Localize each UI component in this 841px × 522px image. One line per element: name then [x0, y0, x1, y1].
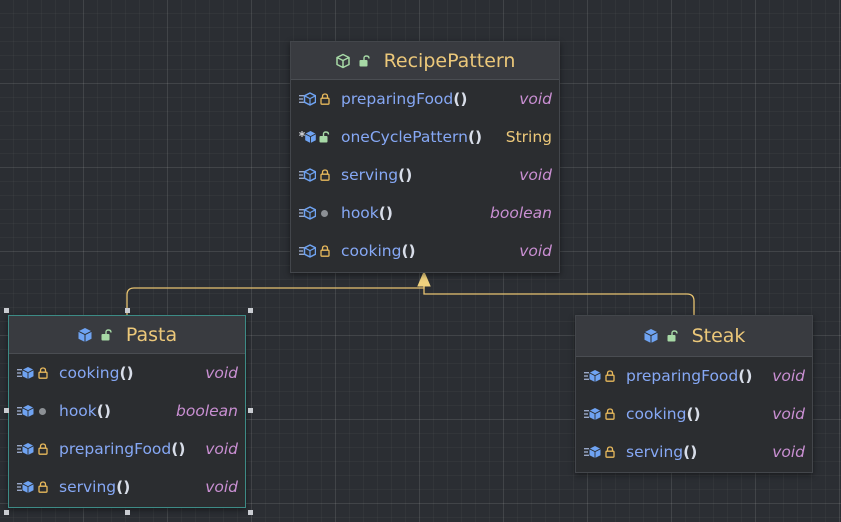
- lock-icon: [36, 367, 49, 379]
- method-row[interactable]: oneCyclePattern() String: [291, 118, 559, 156]
- class-icon: [643, 328, 659, 344]
- method-name: cooking: [59, 364, 120, 382]
- method-row[interactable]: cooking() void: [576, 395, 812, 433]
- unlock-icon: [359, 54, 370, 67]
- method-parens: (): [171, 440, 186, 458]
- method-name: cooking: [626, 405, 687, 423]
- return-type: boolean: [490, 204, 552, 222]
- class-header: Steak: [576, 316, 812, 357]
- return-type: void: [772, 443, 805, 461]
- resize-handle-bottom-center[interactable]: [125, 510, 130, 515]
- method-icon: [299, 244, 316, 258]
- method-parens: (): [686, 405, 701, 423]
- lock-icon: [603, 370, 616, 382]
- method-icon: [299, 206, 316, 220]
- package-dot-icon: [36, 407, 49, 415]
- method-parens: (): [398, 166, 413, 184]
- method-parens: (): [683, 443, 698, 461]
- method-name: serving: [59, 478, 117, 496]
- method-row[interactable]: hook() boolean: [9, 392, 245, 430]
- method-name: oneCyclePattern: [341, 128, 468, 146]
- return-type: void: [205, 440, 238, 458]
- method-parens: (): [467, 128, 483, 146]
- unlock-icon: [318, 131, 331, 143]
- filled-method-icon: [17, 442, 34, 456]
- class-node-recipepattern[interactable]: RecipePattern preparingFood() void oneCy…: [290, 41, 560, 273]
- class-name: Steak: [691, 325, 746, 347]
- return-type: String: [505, 128, 552, 146]
- method-row[interactable]: cooking() void: [291, 232, 559, 270]
- filled-method-icon: [17, 480, 34, 494]
- resize-handle-bottom-left[interactable]: [4, 510, 9, 515]
- class-header: Pasta: [9, 316, 245, 354]
- filled-method-icon: [584, 407, 601, 421]
- resize-handle-middle-left[interactable]: [4, 408, 9, 413]
- resize-handle-top-center[interactable]: [125, 308, 130, 313]
- class-name: RecipePattern: [383, 49, 516, 72]
- return-type: void: [519, 242, 552, 260]
- filled-method-icon: [17, 404, 34, 418]
- method-icon: [299, 92, 316, 106]
- method-name: preparingFood: [626, 367, 739, 385]
- return-type: void: [772, 367, 805, 385]
- method-row[interactable]: preparingFood() void: [576, 357, 812, 395]
- method-row[interactable]: preparingFood() void: [291, 80, 559, 118]
- return-type: boolean: [176, 402, 238, 420]
- method-name: hook: [59, 402, 97, 420]
- return-type: void: [205, 364, 238, 382]
- method-parens: (): [453, 90, 468, 108]
- method-name: preparingFood: [341, 90, 454, 108]
- interface-icon: [335, 53, 351, 69]
- method-row[interactable]: serving() void: [576, 433, 812, 471]
- method-name: hook: [341, 204, 379, 222]
- lock-icon: [603, 446, 616, 458]
- method-row[interactable]: preparingFood() void: [9, 430, 245, 468]
- method-icon: [299, 168, 316, 182]
- edge-steak-to-recipepattern[interactable]: [423, 278, 695, 316]
- lock-icon: [318, 169, 331, 181]
- static-method-icon: [299, 130, 316, 144]
- filled-method-icon: [584, 445, 601, 459]
- unlock-icon: [101, 328, 112, 341]
- method-row[interactable]: serving() void: [9, 468, 245, 506]
- inheritance-arrowhead: [417, 270, 431, 287]
- class-name: Pasta: [125, 323, 178, 346]
- class-header: RecipePattern: [291, 42, 559, 80]
- class-node-pasta[interactable]: Pasta cooking() void hook() boolean prep…: [8, 315, 246, 508]
- method-row[interactable]: hook() boolean: [291, 194, 559, 232]
- lock-icon: [36, 443, 49, 455]
- method-name: serving: [341, 166, 399, 184]
- method-name: cooking: [341, 242, 402, 260]
- method-parens: (): [378, 204, 393, 222]
- class-node-steak[interactable]: Steak preparingFood() void cooking() voi…: [575, 315, 813, 473]
- return-type: void: [519, 90, 552, 108]
- method-parens: (): [738, 367, 753, 385]
- method-row[interactable]: serving() void: [291, 156, 559, 194]
- resize-handle-top-right[interactable]: [248, 308, 253, 313]
- filled-method-icon: [17, 366, 34, 380]
- class-icon: [77, 327, 93, 343]
- method-parens: (): [401, 242, 416, 260]
- method-parens: (): [96, 402, 111, 420]
- method-name: serving: [626, 443, 684, 461]
- return-type: void: [519, 166, 552, 184]
- resize-handle-top-left[interactable]: [4, 308, 9, 313]
- method-row[interactable]: cooking() void: [9, 354, 245, 392]
- method-parens: (): [116, 478, 131, 496]
- lock-icon: [318, 245, 331, 257]
- method-name: preparingFood: [59, 440, 172, 458]
- return-type: void: [205, 478, 238, 496]
- lock-icon: [603, 408, 616, 420]
- return-type: void: [772, 405, 805, 423]
- filled-method-icon: [584, 369, 601, 383]
- unlock-icon: [667, 330, 678, 342]
- lock-icon: [318, 93, 331, 105]
- resize-handle-middle-right[interactable]: [248, 408, 253, 413]
- package-dot-icon: [318, 209, 331, 217]
- lock-icon: [36, 481, 49, 493]
- method-parens: (): [119, 364, 134, 382]
- edge-pasta-to-recipepattern[interactable]: [126, 278, 425, 316]
- resize-handle-bottom-right[interactable]: [248, 510, 253, 515]
